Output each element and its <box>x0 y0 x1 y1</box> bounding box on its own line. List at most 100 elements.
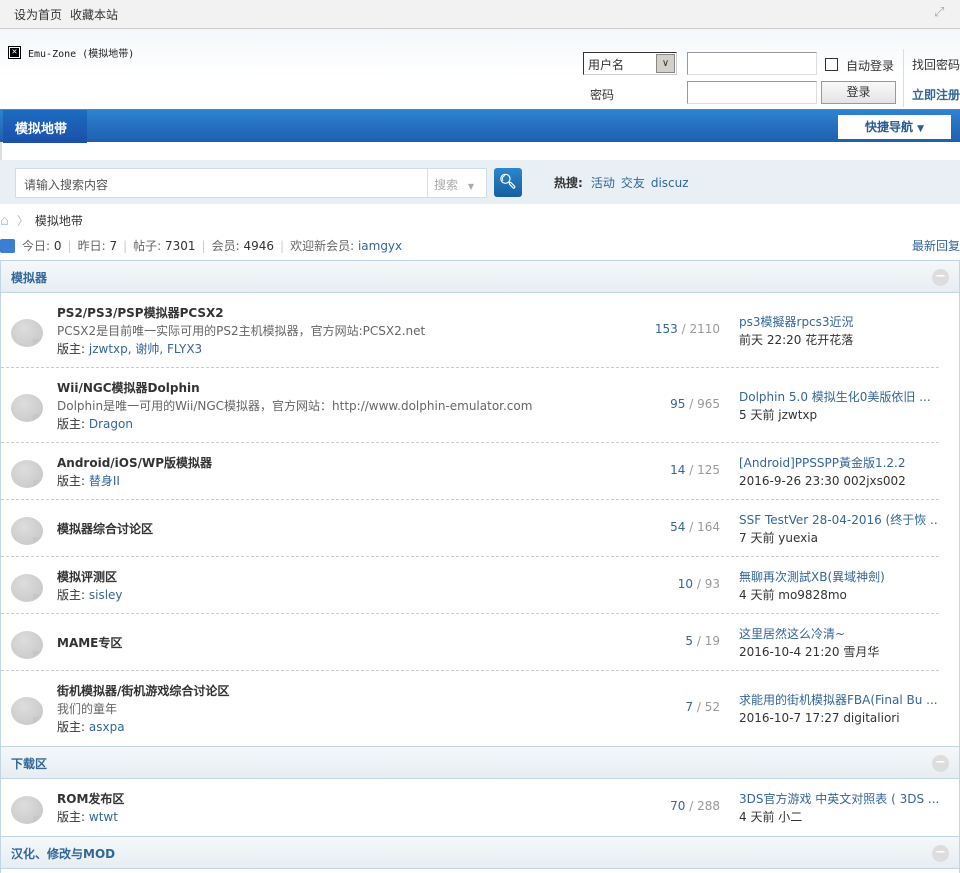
collapse-icon[interactable]: − <box>932 755 949 772</box>
caret-down-icon: ▼ <box>467 182 474 191</box>
divider <box>903 49 904 107</box>
forum-name[interactable]: 模拟器综合讨论区 <box>57 520 153 538</box>
forum-row: 街机模拟器/街机游戏综合讨论区 我们的童年 版主: asxpa 7 / 52 求能用的街… <box>1 671 939 746</box>
thread-count: 10 <box>677 576 694 591</box>
post-count: 125 <box>697 462 720 477</box>
bookmark-link[interactable]: 收藏本站 <box>70 8 118 22</box>
moderator-link[interactable]: asxpa <box>89 720 125 734</box>
forum-bubble-icon <box>11 573 43 602</box>
collapse-icon[interactable]: − <box>932 845 949 862</box>
forum-name[interactable]: ROM发布区 <box>57 790 124 808</box>
home-icon[interactable]: ⌂ <box>0 213 9 229</box>
search-type-select[interactable]: 搜索 ▼ <box>427 169 487 197</box>
category-header: 汉化、修改与MOD − <box>1 836 959 869</box>
nav-item-home[interactable]: 模拟地带 <box>3 110 87 143</box>
last-post-title[interactable]: SSF TestVer 28-04-2016 (终于恢 ... <box>739 513 939 527</box>
thread-count: 95 <box>670 396 686 411</box>
forum-info: MAME专区 <box>57 634 122 652</box>
last-post-title[interactable]: 無聊再次測試XB(異域神劍) <box>739 570 885 584</box>
moderator-link[interactable]: Dragon <box>89 417 133 431</box>
forum-info: Wii/NGC模拟器Dolphin Dolphin是唯一可用的Wii/NGC模拟器… <box>57 379 532 433</box>
password-label: 密码 <box>590 88 615 102</box>
post-count: 52 <box>704 699 720 714</box>
category-title[interactable]: 汉化、修改与MOD <box>11 845 115 862</box>
latest-replies-link[interactable]: 最新回复 <box>912 237 960 254</box>
breadcrumb-current[interactable]: 模拟地带 <box>35 212 83 229</box>
caret-down-icon: ▼ <box>917 124 925 134</box>
last-post: 3DS官方游戏 中英文对照表 ( 3DS ... 4 天前 小二 <box>739 790 939 826</box>
forum-name[interactable]: 模拟评测区 <box>57 568 123 586</box>
moderators-label: 版主: <box>57 587 86 602</box>
last-post-title[interactable]: [Android]PPSSPP黃金版1.2.2 <box>739 456 905 470</box>
thread-count: 70 <box>670 798 686 813</box>
search-button[interactable]: 🔍︎ <box>494 168 522 197</box>
main-nav: 模拟地带 快捷导航 ▼ <box>0 109 960 143</box>
chevron-right-icon: 〉 <box>16 214 29 228</box>
category-title[interactable]: 下载区 <box>11 755 47 772</box>
forum-name[interactable]: 街机模拟器/街机游戏综合讨论区 <box>57 682 229 700</box>
forum-row: ROM发布区 版主: wtwt 70 / 288 3DS官方游戏 中英文对照表 ( 3… <box>1 779 939 836</box>
collapse-icon[interactable]: − <box>932 269 949 286</box>
moderators-label: 版主: <box>57 341 86 356</box>
forum-counts: 5 / 19 <box>685 633 720 648</box>
moderator-link[interactable]: 替身II <box>89 474 120 488</box>
last-post-title[interactable]: Dolphin 5.0 模拟生化0美版依旧 ... <box>739 390 931 404</box>
search-input[interactable]: 请输入搜索内容 搜索 ▼ <box>15 168 487 198</box>
broken-image-icon: ✕ <box>8 46 21 59</box>
last-post-meta: 2016-10-7 17:27 digitaliori <box>739 710 900 725</box>
top-bar: 设为首页 收藏本站 ⤢ <box>0 0 960 29</box>
last-post-meta: 2016-9-26 23:30 002jxs002 <box>739 473 906 488</box>
last-post-meta: 2016-10-4 21:20 雪月华 <box>739 644 880 659</box>
newest-member-link[interactable]: iamgyx <box>358 239 402 253</box>
forum-counts: 70 / 288 <box>670 798 720 813</box>
forum-row: MAME专区 5 / 19 这里居然这么冷清~ 2016-10-4 21:20 雪月华 <box>1 614 939 671</box>
username-input[interactable] <box>687 52 817 75</box>
password-input[interactable] <box>687 81 817 104</box>
last-post-meta: 4 天前 mo9828mo <box>739 587 847 602</box>
forum-description: PCSX2是目前唯一实际可用的PS2主机模拟器，官方网站:PCSX2.net <box>57 323 426 338</box>
last-post-title[interactable]: 3DS官方游戏 中英文对照表 ( 3DS ... <box>739 792 939 806</box>
register-link[interactable]: 立即注册 <box>912 86 960 103</box>
forum-row: Android/iOS/WP版模拟器 版主: 替身II 14 / 125 [Andro… <box>1 443 939 500</box>
login-type-select[interactable]: 用户名 ∨ <box>583 52 677 75</box>
forgot-password-link[interactable]: 找回密码 <box>912 56 960 73</box>
moderator-link[interactable]: jzwtxp, 谢帅, FLYX3 <box>89 342 202 356</box>
forum-name[interactable]: Wii/NGC模拟器Dolphin <box>57 379 532 397</box>
last-post: 求能用的街机模拟器FBA(Final Bu ... 2016-10-7 17:27… <box>739 691 939 727</box>
moderator-link[interactable]: wtwt <box>89 810 118 824</box>
moderator-link[interactable]: sisley <box>89 588 123 602</box>
thread-count: 14 <box>670 462 686 477</box>
forum-moderators: 版主: asxpa <box>57 718 229 736</box>
forum-name[interactable]: PS2/PS3/PSP模拟器PCSX2 <box>57 304 425 322</box>
forum-moderators: 版主: wtwt <box>57 808 124 826</box>
forum-name[interactable]: Android/iOS/WP版模拟器 <box>57 454 212 472</box>
forum-bubble-icon <box>11 630 43 659</box>
category-title[interactable]: 模拟器 <box>11 269 47 286</box>
last-post: 無聊再次測試XB(異域神劍) 4 天前 mo9828mo <box>739 568 939 604</box>
moderators-label: 版主: <box>57 719 86 734</box>
forum-bubble-icon <box>11 318 43 347</box>
post-count: 93 <box>704 576 720 591</box>
auto-login-checkbox[interactable] <box>825 58 838 71</box>
quick-nav-button[interactable]: 快捷导航 ▼ <box>838 115 951 139</box>
last-post-title[interactable]: ps3模擬器rpcs3近況 <box>739 315 854 329</box>
last-post-title[interactable]: 求能用的街机模拟器FBA(Final Bu ... <box>739 693 938 707</box>
hot-search-link[interactable]: discuz <box>651 176 689 190</box>
logo[interactable]: ✕ Emu-Zone (模拟地带) <box>8 45 134 60</box>
forum-row: 模拟评测区 版主: sisley 10 / 93 無聊再次測試XB(異域神劍) 4 天前… <box>1 557 939 614</box>
fullscreen-icon[interactable]: ⤢ <box>934 6 948 20</box>
hot-search-link[interactable]: 活动 <box>591 176 615 190</box>
forum-moderators: 版主: 替身II <box>57 472 212 490</box>
last-post-title[interactable]: 这里居然这么冷清~ <box>739 627 845 641</box>
forum-name[interactable]: MAME专区 <box>57 634 122 652</box>
forum-counts: 54 / 164 <box>670 519 720 534</box>
last-post-meta: 5 天前 jzwtxp <box>739 407 818 422</box>
hot-search-link[interactable]: 交友 <box>621 176 645 190</box>
set-home-link[interactable]: 设为首页 <box>14 8 62 22</box>
last-post: ps3模擬器rpcs3近況 前天 22:20 花开花落 <box>739 313 939 349</box>
forum-description: 我们的童年 <box>57 701 118 716</box>
thread-count: 54 <box>670 519 686 534</box>
breadcrumb: ⌂ 〉模拟地带 <box>0 212 83 229</box>
login-button[interactable]: 登录 <box>821 81 896 104</box>
post-count: 2110 <box>689 321 720 336</box>
